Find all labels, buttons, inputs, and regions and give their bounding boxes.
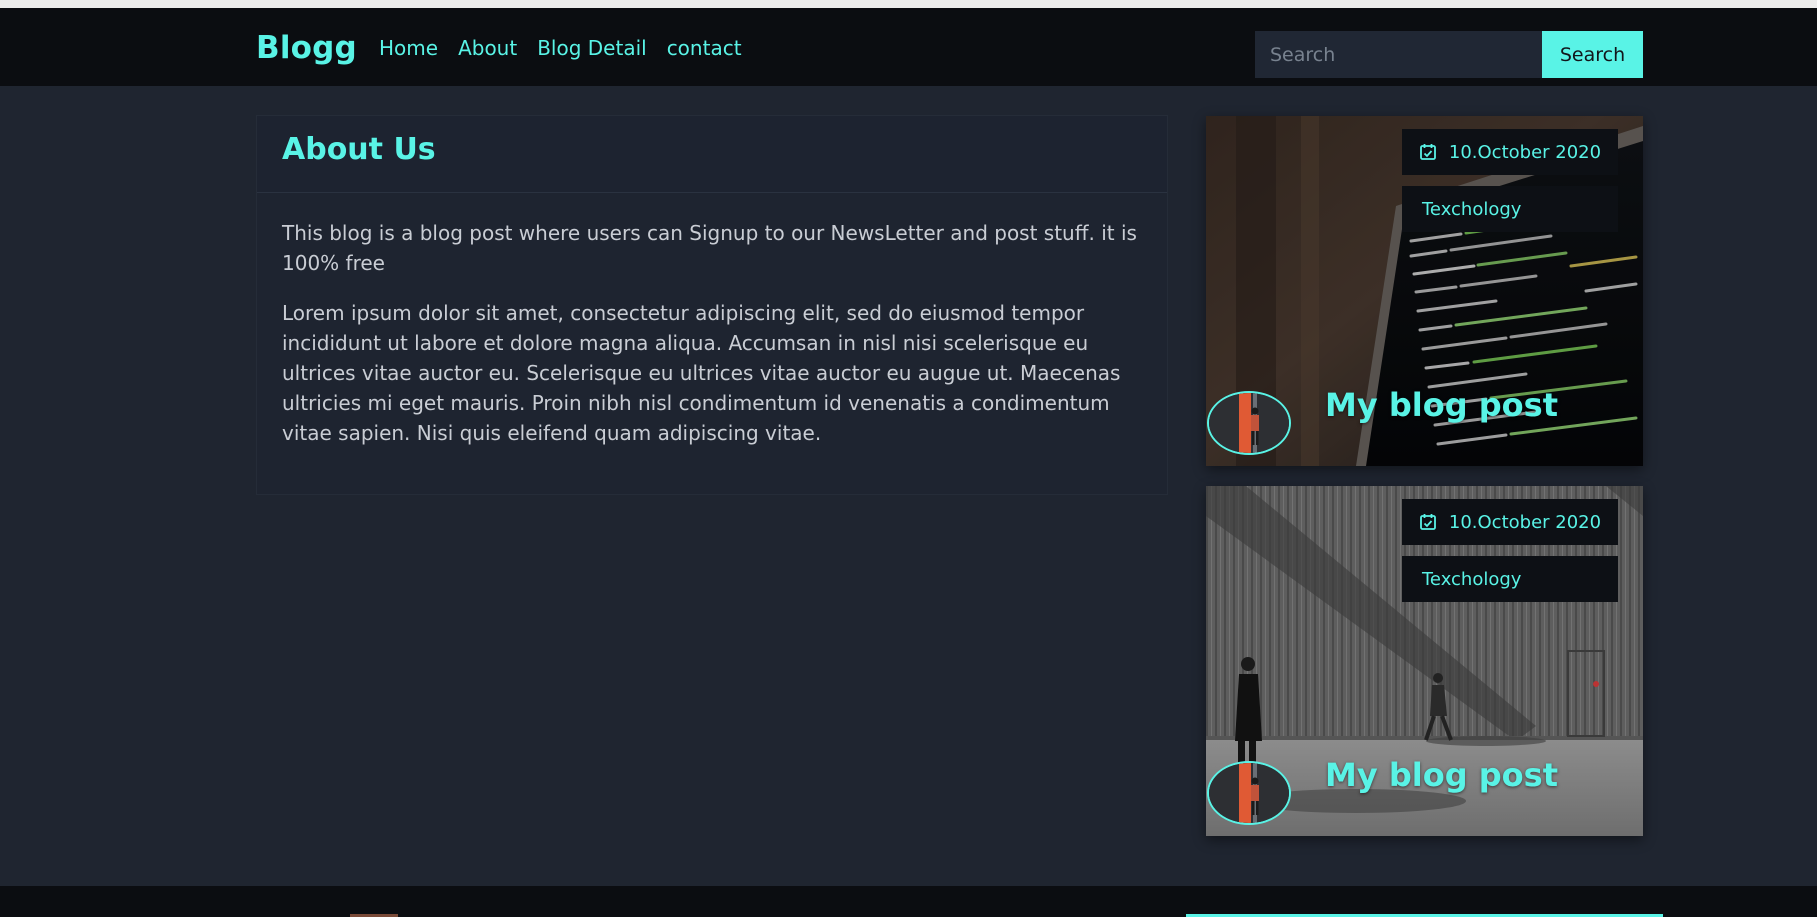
- post-date: 10.October 2020: [1448, 141, 1602, 163]
- nav-link-blog-detail[interactable]: Blog Detail: [537, 36, 646, 60]
- page-title: About Us: [282, 132, 436, 167]
- navbar: Blogg Home About Blog Detail contact Sea…: [0, 8, 1817, 86]
- nav-links: Home About Blog Detail contact: [379, 36, 762, 60]
- blog-post-card[interactable]: 10.October 2020 Texchology My blog post: [1206, 116, 1643, 466]
- avatar-photo: [1209, 763, 1289, 823]
- blog-post-card[interactable]: 10.October 2020 Texchology My blog post: [1206, 486, 1643, 836]
- author-avatar[interactable]: [1207, 761, 1291, 825]
- post-date-badge: 10.October 2020: [1402, 129, 1618, 175]
- browser-top-edge: [0, 0, 1817, 8]
- post-category-badge[interactable]: Texchology: [1402, 556, 1618, 602]
- nav-link-about[interactable]: About: [458, 36, 517, 60]
- footer: [0, 886, 1817, 917]
- post-category-badge[interactable]: Texchology: [1402, 186, 1618, 232]
- post-date: 10.October 2020: [1448, 511, 1602, 533]
- post-title[interactable]: My blog post: [1325, 756, 1558, 794]
- brand-logo[interactable]: Blogg: [256, 30, 357, 66]
- search-input[interactable]: [1255, 31, 1542, 78]
- nav-link-home[interactable]: Home: [379, 36, 438, 60]
- about-card: About Us This blog is a blog post where …: [256, 115, 1168, 495]
- avatar-photo: [1209, 393, 1289, 453]
- calendar-check-icon: [1419, 513, 1437, 531]
- post-title[interactable]: My blog post: [1325, 386, 1558, 424]
- author-avatar[interactable]: [1207, 391, 1291, 455]
- post-date-badge: 10.October 2020: [1402, 499, 1618, 545]
- nav-link-contact[interactable]: contact: [667, 36, 742, 60]
- about-body-text: Lorem ipsum dolor sit amet, consectetur …: [282, 301, 1121, 445]
- about-intro-text: This blog is a blog post where users can…: [282, 221, 1137, 275]
- calendar-check-icon: [1419, 143, 1437, 161]
- search-button[interactable]: Search: [1542, 31, 1643, 78]
